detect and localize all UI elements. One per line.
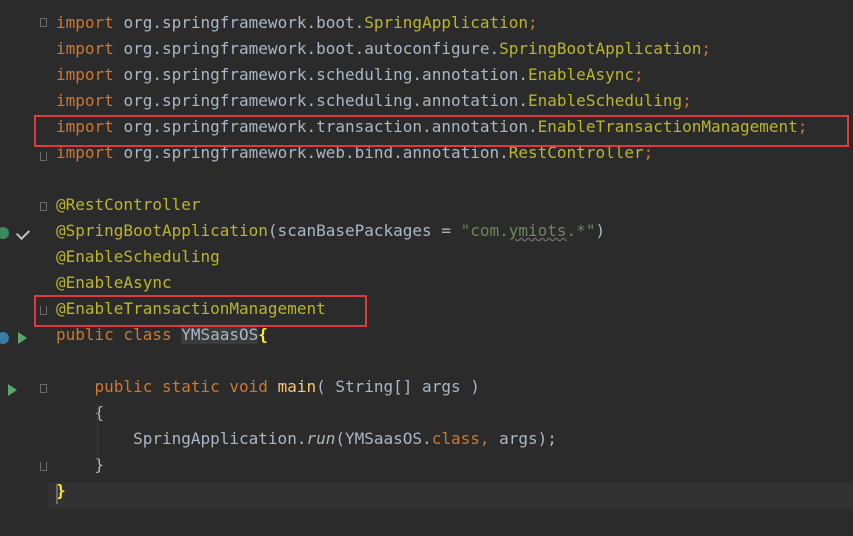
code-token: import (56, 65, 124, 84)
code-token: "com. (460, 221, 509, 240)
code-token: org.springframework.scheduling.annotatio… (123, 65, 529, 84)
code-token: args); (499, 429, 557, 448)
code-token: ( String[] args ) (316, 377, 480, 396)
code-line[interactable]: import org.springframework.scheduling.an… (56, 88, 692, 114)
code-token: { (258, 325, 268, 344)
code-token: ymiots (508, 221, 567, 240)
code-line[interactable]: @RestController (56, 192, 201, 218)
code-token: org.springframework.boot. (123, 13, 365, 32)
code-line[interactable]: @EnableAsync (56, 270, 172, 296)
code-token: (YMSaasOS. (335, 429, 432, 448)
code-token: (scanBasePackages = (267, 221, 461, 240)
code-token: SpringBootApplication (499, 39, 702, 58)
fold-marker-icon[interactable] (40, 18, 47, 27)
code-line[interactable]: import org.springframework.boot.SpringAp… (56, 10, 538, 36)
run-icon[interactable] (18, 332, 27, 344)
code-token: import (56, 39, 124, 58)
fold-end-icon[interactable] (40, 462, 47, 471)
fold-end-icon[interactable] (40, 152, 47, 161)
code-token: YMSaasOS (181, 325, 259, 344)
code-token: ; (682, 91, 692, 110)
code-line[interactable]: import org.springframework.boot.autoconf… (56, 36, 711, 62)
code-token: org.springframework.scheduling.annotatio… (123, 91, 529, 110)
code-token: ; (633, 65, 644, 84)
code-token: SpringApplication (364, 13, 529, 32)
code-token: SpringApplication. (56, 429, 307, 448)
brace-match-guide (56, 484, 58, 504)
code-token: run (306, 429, 336, 448)
run-icon[interactable] (8, 384, 17, 396)
code-token: .*" (566, 221, 596, 240)
code-token: ; (528, 13, 538, 32)
code-editor[interactable]: import org.springframework.boot.SpringAp… (0, 0, 853, 536)
code-token: public class (56, 325, 182, 344)
fold-marker-icon[interactable] (40, 202, 47, 211)
code-line[interactable]: SpringApplication.run(YMSaasOS.class, ar… (56, 426, 557, 452)
code-token: import (56, 91, 124, 110)
code-line[interactable]: @SpringBootApplication(scanBasePackages … (56, 218, 605, 244)
code-line[interactable]: @EnableScheduling (56, 244, 220, 270)
code-token: EnableScheduling (528, 91, 683, 110)
code-line[interactable]: import org.springframework.scheduling.an… (56, 62, 644, 88)
code-token: ; (701, 39, 712, 58)
highlight-box-annotation (34, 295, 367, 327)
code-token: EnableAsync (528, 65, 634, 84)
code-line[interactable]: public static void main( String[] args ) (56, 374, 480, 400)
highlight-box-import (34, 115, 849, 147)
code-token: import (56, 13, 124, 32)
code-token: main (277, 377, 317, 396)
code-token: @EnableAsync (56, 273, 172, 292)
code-token: @SpringBootApplication (56, 221, 268, 240)
indent-guide (97, 404, 98, 462)
code-token: @RestController (56, 195, 201, 214)
code-token: ) (595, 221, 606, 240)
code-token: class (431, 429, 480, 448)
code-token: org.springframework.boot.autoconfigure. (123, 39, 500, 58)
code-token: public static void (94, 377, 278, 396)
fold-marker-icon[interactable] (40, 384, 47, 393)
code-token: , (479, 429, 500, 448)
code-token: @EnableScheduling (56, 247, 220, 266)
